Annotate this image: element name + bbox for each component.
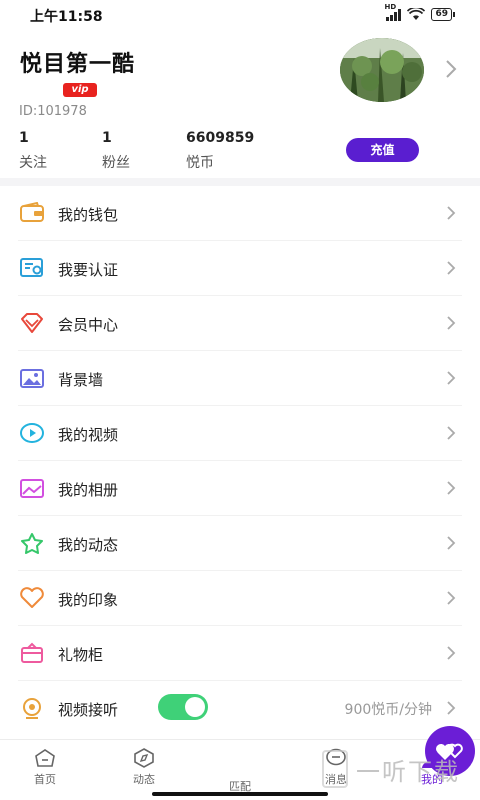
menu-item-my-album[interactable]: 我的相册 bbox=[18, 461, 462, 516]
section-divider bbox=[0, 178, 480, 186]
certificate-icon bbox=[20, 258, 43, 277]
chevron-right-icon bbox=[447, 316, 456, 330]
wallet-icon bbox=[20, 202, 44, 222]
nav-item-moments[interactable]: 动态 bbox=[114, 740, 174, 787]
chevron-right-icon bbox=[447, 426, 456, 440]
battery-icon: 69 bbox=[431, 8, 455, 21]
chevron-right-icon bbox=[447, 206, 456, 220]
menu-item-label: 我的印象 bbox=[58, 591, 119, 609]
network-type-label: HD bbox=[384, 2, 397, 11]
menu-list: 我的钱包 我要认证 会员中心 背景墙 我的视频 我的相册 我的动态 我的印象 礼… bbox=[0, 186, 480, 736]
nav-item-match[interactable]: 匹配 bbox=[210, 726, 475, 794]
coins-label: 悦币 bbox=[186, 155, 214, 171]
following-label[interactable]: 关注 bbox=[19, 152, 47, 172]
chevron-right-icon bbox=[447, 646, 456, 660]
video-play-icon bbox=[20, 423, 44, 443]
camera-icon bbox=[23, 698, 41, 719]
nav-label: 首页 bbox=[34, 773, 56, 786]
profile-chevron-icon[interactable] bbox=[444, 59, 458, 79]
signal-icon: HD bbox=[384, 3, 402, 21]
chevron-right-icon bbox=[447, 536, 456, 550]
nav-item-home[interactable]: 首页 bbox=[15, 740, 75, 787]
star-icon bbox=[21, 533, 43, 554]
menu-item-wallet[interactable]: 我的钱包 bbox=[18, 186, 462, 241]
chevron-right-icon bbox=[447, 701, 456, 715]
watermark-logo bbox=[322, 750, 348, 788]
menu-item-label: 视频接听 bbox=[58, 701, 119, 719]
gift-cabinet-icon bbox=[21, 642, 43, 663]
diamond-icon bbox=[21, 313, 43, 333]
menu-item-label: 背景墙 bbox=[58, 371, 104, 389]
menu-item-label: 我要认证 bbox=[58, 261, 119, 279]
chevron-right-icon bbox=[447, 371, 456, 385]
menu-item-background-wall[interactable]: 背景墙 bbox=[18, 351, 462, 406]
followers-count[interactable]: 1 bbox=[102, 130, 112, 146]
menu-item-certification[interactable]: 我要认证 bbox=[18, 241, 462, 296]
vip-badge: vip bbox=[63, 83, 97, 97]
menu-item-label: 会员中心 bbox=[58, 316, 119, 334]
following-count[interactable]: 1 bbox=[19, 130, 29, 146]
menu-item-label: 我的视频 bbox=[58, 426, 119, 444]
menu-item-label: 礼物柜 bbox=[58, 646, 104, 664]
menu-item-video-answer[interactable]: 视频接听 900悦币/分钟 bbox=[18, 681, 462, 736]
status-time: 上午11:58 bbox=[30, 9, 103, 25]
status-bar: 上午11:58 HD 69 bbox=[0, 0, 480, 30]
compass-icon bbox=[134, 748, 154, 768]
album-icon bbox=[20, 479, 44, 498]
menu-item-my-moments[interactable]: 我的动态 bbox=[18, 516, 462, 571]
home-indicator[interactable] bbox=[152, 792, 328, 796]
video-answer-toggle[interactable] bbox=[158, 694, 208, 720]
heart-icon bbox=[20, 587, 44, 608]
menu-item-gift-cabinet[interactable]: 礼物柜 bbox=[18, 626, 462, 681]
menu-item-my-impression[interactable]: 我的印象 bbox=[18, 571, 462, 626]
avatar[interactable] bbox=[340, 38, 424, 102]
video-answer-price: 900悦币/分钟 bbox=[344, 702, 432, 718]
menu-item-label: 我的钱包 bbox=[58, 206, 119, 224]
user-id: ID:101978 bbox=[19, 104, 87, 119]
chevron-right-icon bbox=[447, 591, 456, 605]
menu-item-label: 我的相册 bbox=[58, 481, 119, 499]
menu-item-membership[interactable]: 会员中心 bbox=[18, 296, 462, 351]
watermark-text: 一听下载 bbox=[356, 758, 460, 786]
recharge-button[interactable]: 充值 bbox=[346, 138, 419, 162]
menu-item-my-videos[interactable]: 我的视频 bbox=[18, 406, 462, 461]
menu-item-label: 我的动态 bbox=[58, 536, 119, 554]
coins-count: 6609859 bbox=[186, 130, 255, 146]
picture-icon bbox=[20, 369, 44, 388]
profile-name: 悦目第一酷 bbox=[20, 52, 136, 77]
followers-label[interactable]: 粉丝 bbox=[102, 152, 130, 172]
chevron-right-icon bbox=[447, 481, 456, 495]
toggle-knob bbox=[185, 697, 205, 717]
home-icon bbox=[35, 749, 55, 767]
wifi-icon bbox=[407, 8, 426, 20]
chevron-right-icon bbox=[447, 261, 456, 275]
nav-label: 动态 bbox=[133, 773, 155, 786]
